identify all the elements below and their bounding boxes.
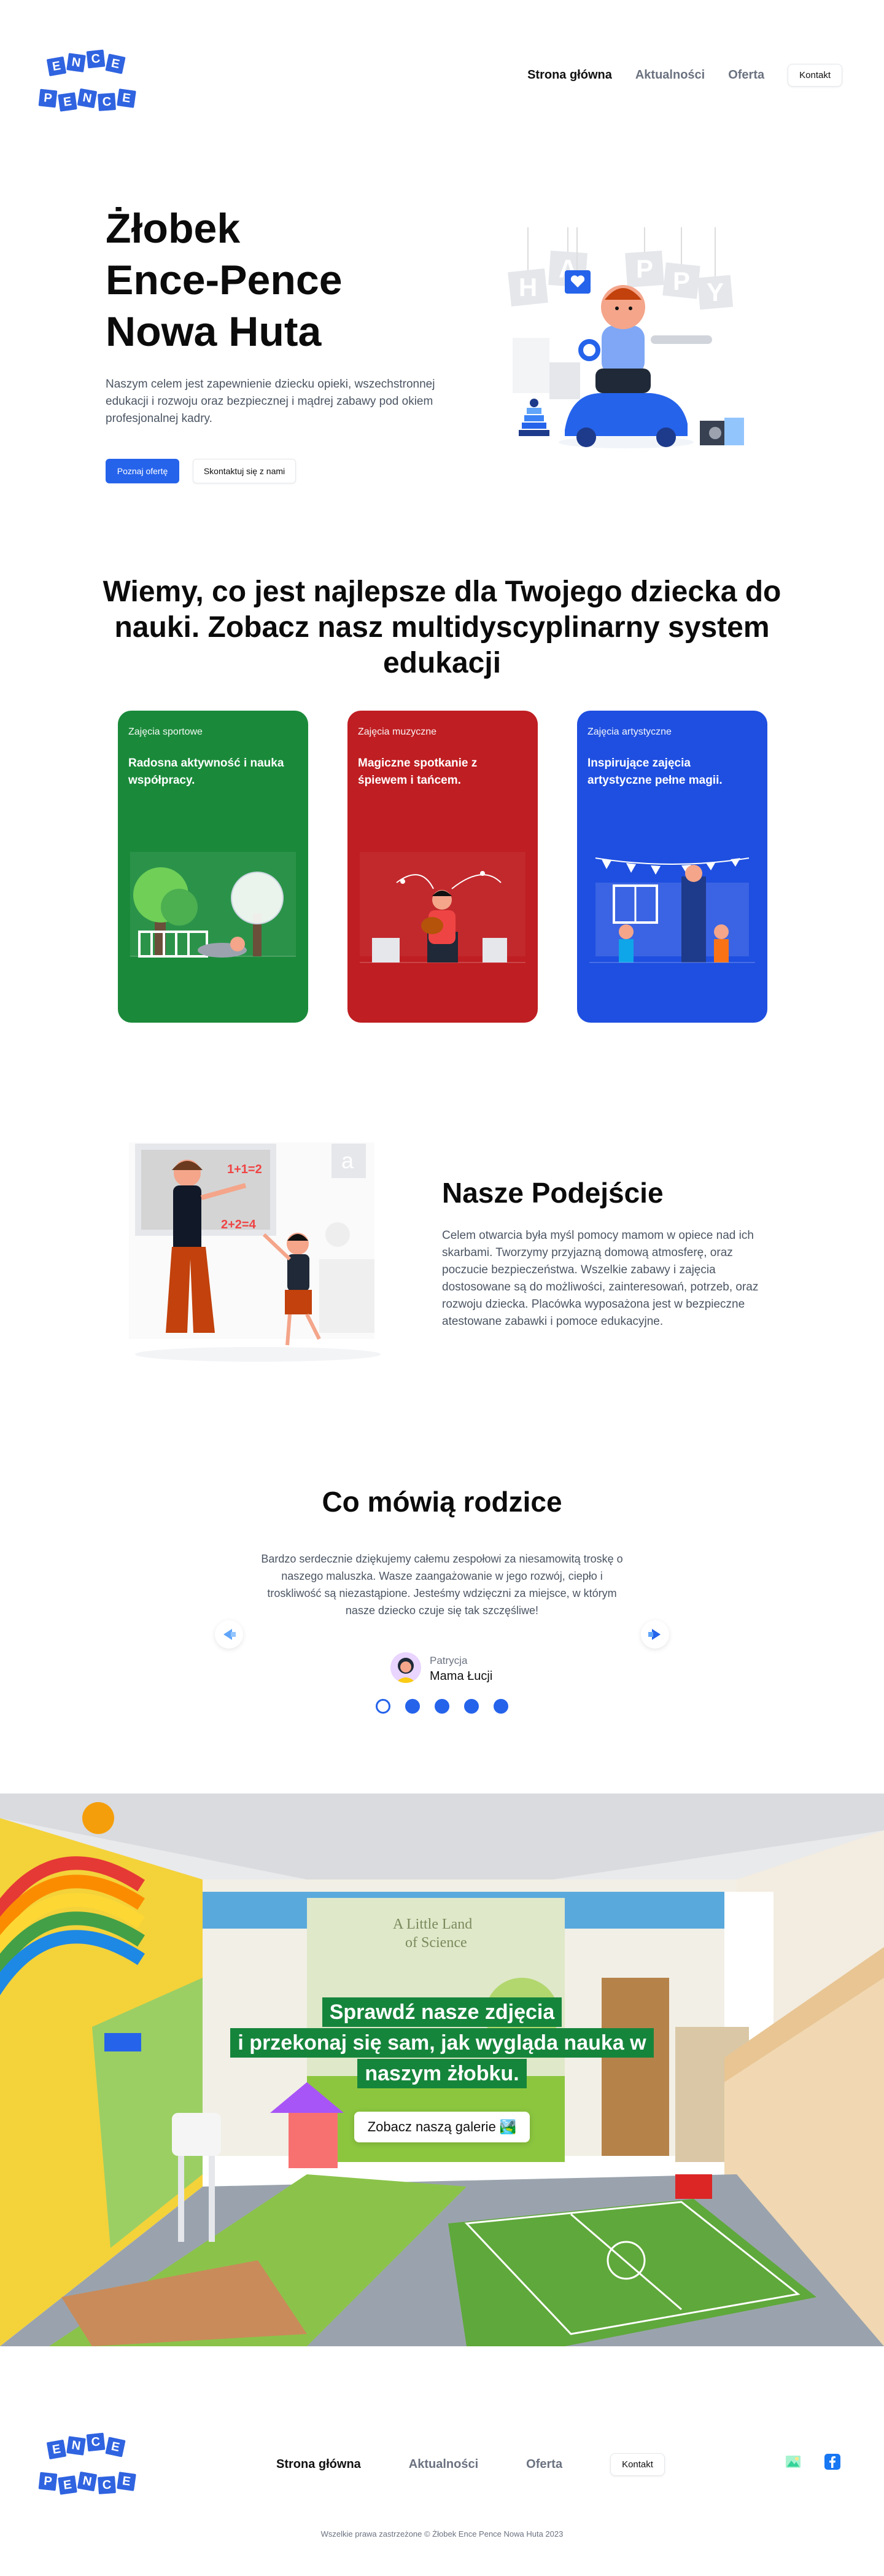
logo-letter: E — [117, 2472, 136, 2491]
site-header: E N C E P E N C E Strona główna Aktualno… — [0, 0, 884, 154]
avatar-woman-icon — [395, 1658, 416, 1683]
gallery-icon[interactable] — [785, 2453, 802, 2470]
card-category: Zajęcia sportowe — [128, 727, 203, 737]
card-category: Zajęcia muzyczne — [358, 727, 437, 737]
author-avatar — [390, 1652, 421, 1683]
footer-nav-item-offer[interactable]: Oferta — [526, 2457, 562, 2472]
testimonial-quote: Bardzo serdecznie dziękujemy całemu zesp… — [261, 1553, 623, 1617]
logo-letter: C — [86, 2432, 106, 2452]
offer-button[interactable]: Poznaj ofertę — [106, 459, 179, 483]
gallery-line: i przekonaj się sam, jak wygląda nauka w — [0, 2028, 884, 2058]
card-description: Magiczne spotkanie z śpiewem i tańcem. — [358, 757, 478, 787]
logo-letter: P — [38, 2472, 58, 2491]
hero-title-line: Ence-Pence — [106, 257, 343, 303]
card-sports[interactable]: Zajęcia sportowe Radosna aktywność i nau… — [118, 711, 308, 1023]
art-illustration — [589, 857, 755, 963]
education-title: Wiemy, co jest najlepsze dla Twojego dzi… — [103, 576, 781, 679]
main-nav: Strona główna Aktualności Oferta Kontakt — [527, 64, 842, 87]
hero-letter: P — [636, 254, 653, 283]
card-description: Radosna aktywność i nauka współpracy. — [128, 757, 284, 787]
hero-title-line: Żłobek — [106, 205, 241, 252]
hero-letter: P — [673, 267, 690, 295]
card-category: Zajęcia artystyczne — [587, 727, 672, 737]
gallery-line-text: Sprawdź nasze zdjęcia — [322, 1997, 562, 2027]
logo-letter: P — [38, 88, 58, 108]
author-name: Patrycja — [430, 1655, 468, 1666]
hero-illustration: H A P P Y — [508, 227, 744, 448]
card-art[interactable]: Zajęcia artystyczne Inspirujące zajęcia … — [577, 711, 767, 1023]
hero-letter: Y — [707, 278, 724, 306]
footer-nav: Strona główna Aktualności Oferta Kontakt — [276, 2453, 665, 2476]
contact-button[interactable]: Kontakt — [788, 64, 842, 87]
nav-item-news[interactable]: Aktualności — [635, 68, 705, 82]
logo-letter: E — [105, 2437, 126, 2457]
hero-title: Żłobek Ence-Pence Nowa Huta — [106, 203, 413, 357]
carousel-dot[interactable] — [464, 1699, 479, 1714]
facebook-icon[interactable] — [824, 2453, 841, 2470]
card-music[interactable]: Zajęcia muzyczne Magiczne spotkanie z śp… — [347, 711, 538, 1023]
approach-title: Nasze Podejście — [442, 1177, 664, 1209]
board-letter: a — [341, 1148, 354, 1173]
board-text: 1+1=2 — [227, 1163, 262, 1176]
logo-letter: C — [98, 2476, 116, 2494]
logo[interactable]: E N C E P E N C E — [37, 49, 136, 124]
gallery-line: naszym żłobku. — [0, 2059, 884, 2088]
arrow-right-icon — [648, 1629, 661, 1640]
contact-us-button[interactable]: Skontaktuj się z nami — [193, 459, 296, 483]
logo-letter: N — [66, 53, 86, 72]
gallery-line-text: naszym żłobku. — [357, 2059, 527, 2088]
logo-letter: N — [77, 2471, 98, 2492]
gallery-line-text: i przekonaj się sam, jak wygląda nauka w — [230, 2028, 654, 2058]
hero-letter: H — [519, 273, 537, 302]
mural-text: A Little Land — [393, 1916, 472, 1932]
logo-letter: E — [58, 92, 77, 112]
prev-arrow-button[interactable] — [215, 1620, 243, 1649]
playground-illustration — [130, 852, 296, 958]
nav-item-offer[interactable]: Oferta — [728, 68, 764, 82]
author-role: Mama Łucji — [430, 1669, 493, 1683]
copyright: Wszelkie prawa zastrzeżone © Żłobek Ence… — [320, 2529, 564, 2539]
music-illustration — [360, 852, 525, 963]
hero-title-line: Nowa Huta — [106, 308, 322, 355]
nav-item-home[interactable]: Strona główna — [527, 68, 612, 82]
gallery-banner: A Little Land of Science Sprawdź nasze z… — [0, 1793, 884, 2346]
logo-letter: E — [46, 2439, 67, 2460]
carousel-dots — [376, 1699, 508, 1714]
carousel-dot[interactable] — [494, 1699, 508, 1714]
hero-description: Naszym celem jest zapewnienie dziecku op… — [106, 378, 435, 425]
approach-text: Celem otwarcia była myśl pomocy mamom w … — [442, 1229, 759, 1328]
logo-letter: C — [98, 93, 116, 111]
carousel-dot[interactable] — [435, 1699, 449, 1714]
board-text: 2+2=4 — [221, 1218, 257, 1231]
logo-letter: E — [117, 88, 136, 108]
mural-text: of Science — [405, 1935, 467, 1951]
testimonials-title: Co mówią rodzice — [322, 1486, 562, 1518]
logo-letter: E — [46, 56, 67, 77]
teacher-illustration: 1+1=2 2+2=4 a — [129, 1142, 381, 1362]
logo-letter: N — [77, 88, 98, 109]
footer-nav-item-home[interactable]: Strona główna — [276, 2457, 361, 2472]
footer-nav-item-news[interactable]: Aktualności — [409, 2457, 478, 2472]
carousel-dot[interactable] — [405, 1699, 420, 1714]
logo-letter: E — [58, 2475, 77, 2495]
arrow-left-icon — [223, 1629, 236, 1640]
footer-contact-button[interactable]: Kontakt — [610, 2453, 665, 2476]
next-arrow-button[interactable] — [641, 1620, 669, 1649]
carousel-dot[interactable] — [376, 1699, 390, 1714]
logo-letter: E — [105, 53, 126, 74]
gallery-line: Sprawdź nasze zdjęcia — [0, 1997, 884, 2027]
gallery-button[interactable]: Zobacz naszą galerie 🏞️ — [354, 2112, 530, 2142]
card-description: Inspirujące zajęcia artystyczne pełne ma… — [587, 757, 723, 787]
footer-logo[interactable]: E N C E P E N C E — [37, 2432, 136, 2507]
logo-letter: C — [86, 49, 106, 69]
logo-letter: N — [66, 2436, 86, 2456]
